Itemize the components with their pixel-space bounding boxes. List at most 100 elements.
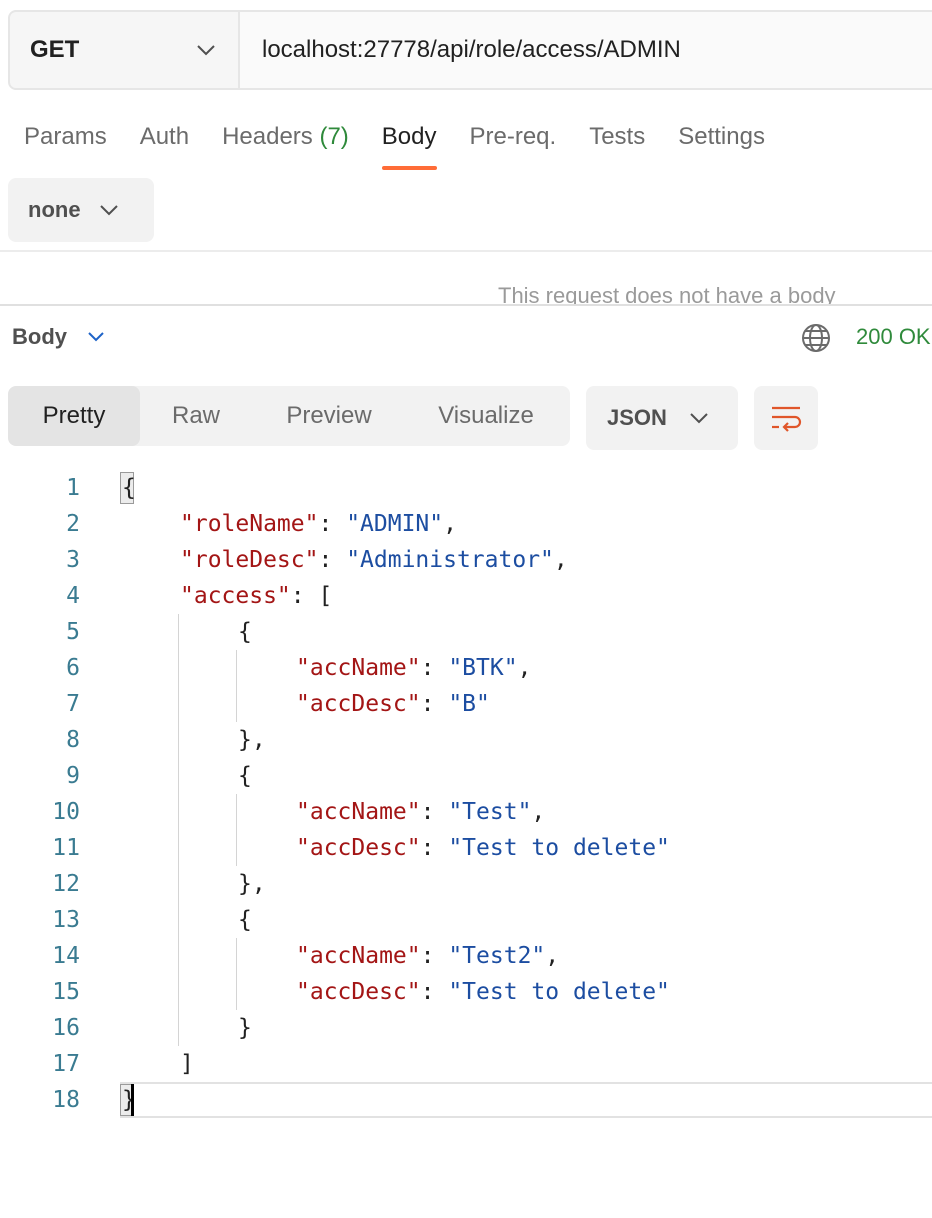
- view-mode-visualize[interactable]: Visualize: [406, 386, 566, 446]
- tab-tests[interactable]: Tests: [589, 120, 645, 172]
- json-key: "accDesc": [296, 691, 421, 717]
- json-string: "B": [448, 691, 490, 717]
- line-number: 5: [66, 619, 80, 645]
- code-line: 18}: [0, 1082, 932, 1118]
- chevron-down-icon: [99, 205, 118, 216]
- method-select[interactable]: GET: [10, 12, 240, 88]
- chevron-down-icon: [197, 45, 215, 56]
- code-text: "accName": "Test",: [296, 794, 545, 830]
- tab-pre-request[interactable]: Pre-req.: [470, 120, 557, 172]
- json-punctuation: {: [238, 619, 252, 645]
- code-text: },: [238, 722, 266, 758]
- line-number: 4: [66, 583, 80, 609]
- view-mode-raw[interactable]: Raw: [140, 386, 252, 446]
- json-punctuation: :: [318, 547, 347, 573]
- line-number: 11: [52, 835, 80, 861]
- body-type-value: none: [28, 197, 81, 222]
- code-line: 4 "access": [: [0, 578, 932, 614]
- code-text: },: [238, 866, 266, 902]
- line-number: 2: [66, 511, 80, 537]
- code-line: 11 "accDesc": "Test to delete": [0, 830, 932, 866]
- pane-resize-handle[interactable]: [0, 304, 932, 306]
- json-string: "Test to delete": [448, 979, 670, 1005]
- json-punctuation: {: [238, 907, 252, 933]
- json-punctuation: :: [420, 979, 449, 1005]
- line-number: 3: [66, 547, 80, 573]
- wrap-lines-icon: [772, 406, 802, 432]
- code-text: "roleDesc": "Administrator",: [180, 542, 568, 578]
- tab-params[interactable]: Params: [24, 120, 107, 172]
- code-line: 7 "accDesc": "B": [0, 686, 932, 722]
- view-mode-pretty[interactable]: Pretty: [8, 386, 140, 446]
- format-value: JSON: [607, 405, 667, 430]
- url-input[interactable]: localhost:27778/api/role/access/ADMIN: [240, 12, 932, 88]
- tab-label: Settings: [678, 123, 765, 150]
- code-text: {: [238, 614, 252, 650]
- body-type-select[interactable]: none: [8, 178, 154, 242]
- view-mode-switcher: Pretty Raw Preview Visualize: [8, 386, 570, 446]
- json-string: "BTK": [448, 655, 518, 681]
- tab-label: Headers: [222, 123, 313, 150]
- globe-icon[interactable]: [800, 322, 832, 354]
- line-number: 1: [66, 475, 80, 501]
- response-body-select[interactable]: Body: [12, 324, 105, 350]
- chevron-down-icon: [690, 413, 708, 424]
- code-text: ]: [180, 1046, 194, 1082]
- line-number: 8: [66, 727, 80, 753]
- response-code-editor[interactable]: 1{2 "roleName": "ADMIN", 3 "roleDesc": "Adm…: [0, 470, 932, 1120]
- json-string: "Administrator": [346, 547, 554, 573]
- headers-count: (7): [319, 123, 349, 150]
- response-section-label: Body: [12, 324, 67, 349]
- wrap-lines-button[interactable]: [754, 386, 818, 450]
- line-number: 14: [52, 943, 80, 969]
- tab-label: Body: [381, 123, 437, 150]
- divider: [0, 250, 932, 252]
- code-line: 14 "accName": "Test2",: [0, 938, 932, 974]
- tab-headers[interactable]: Headers (7): [222, 120, 349, 172]
- status-badge[interactable]: 200 OK: [856, 324, 931, 350]
- request-tabs: Params Auth Headers (7) Body Pre-req. Te…: [24, 120, 798, 172]
- tab-label: Tests: [589, 123, 646, 150]
- json-punctuation: },: [238, 727, 266, 753]
- code-line: 10 "accName": "Test",: [0, 794, 932, 830]
- line-number: 12: [52, 871, 80, 897]
- chevron-down-icon: [88, 332, 104, 342]
- json-key: "roleDesc": [180, 547, 319, 573]
- tab-settings[interactable]: Settings: [678, 120, 765, 172]
- format-select[interactable]: JSON: [586, 386, 738, 450]
- code-text: {: [122, 470, 136, 506]
- json-string: "Test2": [448, 943, 546, 969]
- url-bar: GET localhost:27778/api/role/access/ADMI…: [8, 10, 932, 90]
- tab-label: Pre-req.: [469, 123, 557, 150]
- json-string: "Test to delete": [448, 835, 670, 861]
- view-mode-preview[interactable]: Preview: [252, 386, 406, 446]
- json-key: "access": [180, 583, 291, 609]
- tab-body[interactable]: Body: [381, 120, 437, 172]
- code-text: "accName": "Test2",: [296, 938, 559, 974]
- json-punctuation: :: [420, 943, 449, 969]
- json-key: "accDesc": [296, 979, 421, 1005]
- tab-auth[interactable]: Auth: [140, 120, 189, 172]
- tab-label: Auth: [139, 123, 190, 150]
- line-number: 17: [52, 1051, 80, 1077]
- json-punctuation: ,: [545, 943, 560, 969]
- code-text: "access": [: [180, 578, 332, 614]
- code-line: 8},: [0, 722, 932, 758]
- method-label: GET: [30, 36, 80, 63]
- tab-label: Params: [24, 123, 107, 150]
- json-string: "ADMIN": [346, 511, 444, 537]
- json-punctuation: {: [238, 763, 252, 789]
- json-punctuation: }: [238, 1015, 252, 1041]
- code-text: "accDesc": "B": [296, 686, 490, 722]
- code-text: "accDesc": "Test to delete": [296, 830, 670, 866]
- code-line: 1{: [0, 470, 932, 506]
- json-punctuation: ,: [517, 655, 532, 681]
- json-punctuation: : [: [290, 583, 333, 609]
- code-text: {: [238, 758, 252, 794]
- code-line: 3 "roleDesc": "Administrator",: [0, 542, 932, 578]
- code-line: 12},: [0, 866, 932, 902]
- json-string: "Test": [448, 799, 532, 825]
- json-punctuation: ,: [553, 547, 568, 573]
- code-line: 16}: [0, 1010, 932, 1046]
- json-punctuation: :: [420, 691, 449, 717]
